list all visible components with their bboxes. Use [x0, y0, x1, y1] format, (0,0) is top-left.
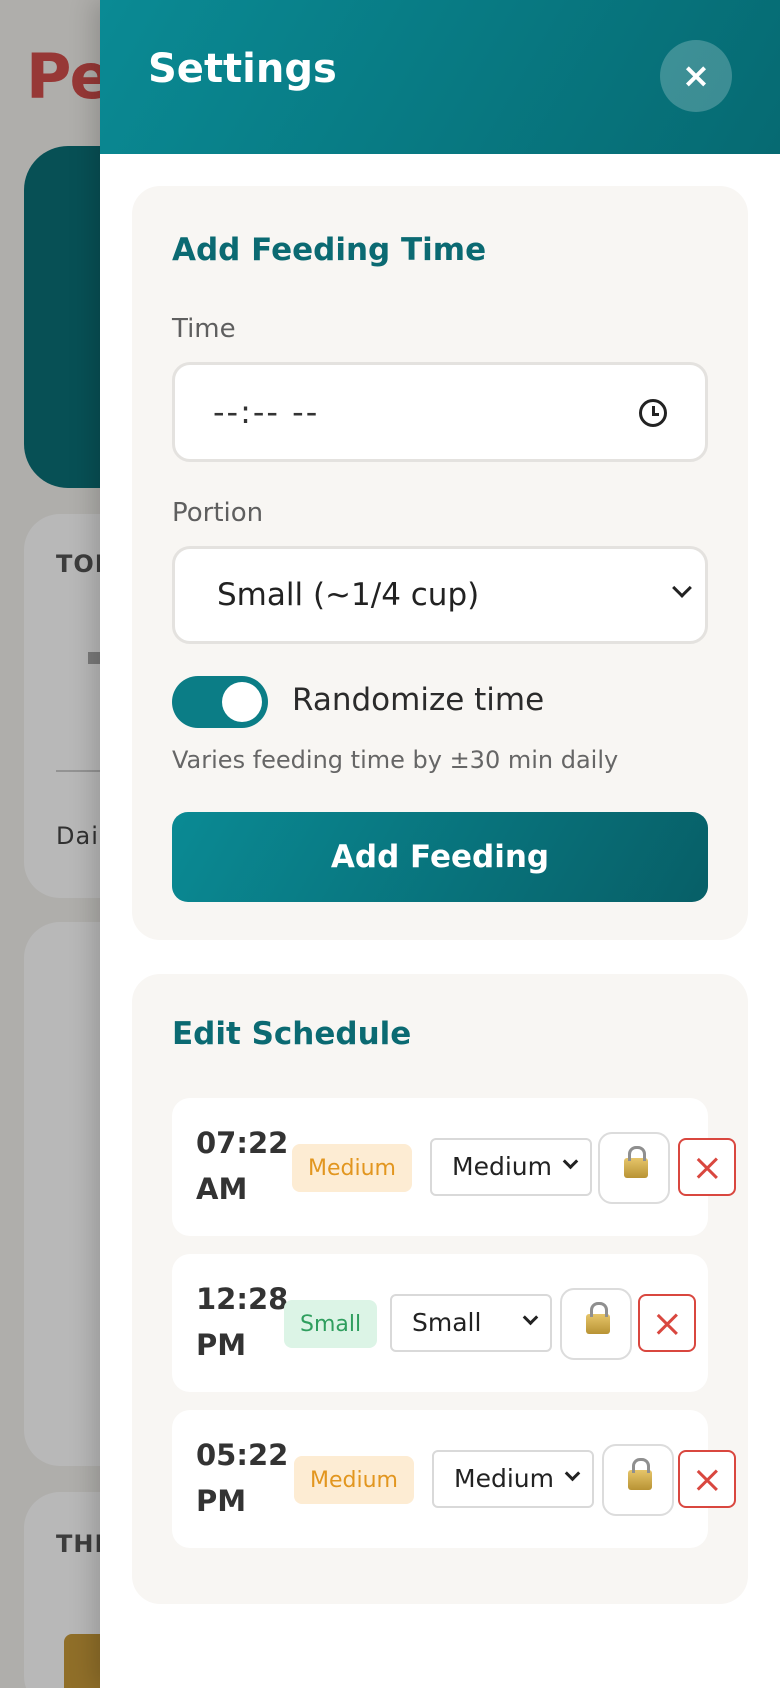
delete-button[interactable] — [678, 1138, 736, 1196]
schedule-time: 05:22 PM — [196, 1432, 288, 1524]
schedule-time-hm: 07:22 — [196, 1126, 289, 1160]
row-portion-select[interactable]: Small — [390, 1294, 552, 1352]
close-icon — [657, 1313, 678, 1335]
row-portion-select-value: Medium — [454, 1464, 554, 1493]
clock-icon[interactable] — [639, 399, 667, 427]
panel-title: Settings — [148, 46, 337, 92]
schedule-time: 12:28 PM — [196, 1276, 288, 1368]
lock-icon — [586, 1302, 610, 1334]
lock-button[interactable] — [598, 1132, 670, 1204]
toggle-knob — [222, 682, 262, 722]
add-feeding-button[interactable]: Add Feeding — [172, 812, 708, 902]
edit-schedule-section: Edit Schedule 07:22 AM Medium Medium 12:… — [132, 974, 748, 1604]
row-portion-select[interactable]: Medium — [432, 1450, 594, 1508]
schedule-time-hm: 12:28 — [196, 1282, 289, 1316]
portion-select[interactable]: Small (~1/4 cup) — [172, 546, 708, 644]
time-input[interactable]: --:-- -- — [172, 362, 708, 462]
add-feeding-section: Add Feeding Time Time --:-- -- Portion S… — [132, 186, 748, 940]
schedule-time: 07:22 AM — [196, 1120, 288, 1212]
close-icon — [697, 1469, 718, 1491]
schedule-time-ampm: PM — [196, 1484, 247, 1518]
delete-button[interactable] — [678, 1450, 736, 1508]
portion-label: Portion — [172, 498, 264, 528]
settings-panel: Settings × Add Feeding Time Time --:-- -… — [100, 0, 780, 1688]
chevron-down-icon — [564, 1465, 581, 1482]
schedule-time-ampm: AM — [196, 1172, 248, 1206]
delete-button[interactable] — [638, 1294, 696, 1352]
close-icon — [697, 1157, 718, 1179]
chevron-down-icon — [562, 1153, 579, 1170]
portion-badge: Medium — [294, 1456, 414, 1504]
lock-icon — [628, 1458, 652, 1490]
row-portion-select-value: Medium — [452, 1152, 552, 1181]
lock-button[interactable] — [602, 1444, 674, 1516]
schedule-time-ampm: PM — [196, 1328, 247, 1362]
chevron-down-icon — [522, 1309, 539, 1326]
portion-badge: Medium — [292, 1144, 412, 1192]
schedule-time-hm: 05:22 — [196, 1438, 289, 1472]
randomize-label: Randomize time — [292, 682, 545, 718]
time-input-value: --:-- -- — [213, 393, 320, 431]
randomize-toggle[interactable] — [172, 676, 268, 728]
row-portion-select-value: Small — [412, 1308, 482, 1337]
lock-icon — [624, 1146, 648, 1178]
schedule-row: 07:22 AM Medium Medium — [172, 1098, 736, 1236]
edit-schedule-title: Edit Schedule — [172, 1016, 412, 1052]
time-label: Time — [172, 314, 236, 344]
portion-select-value: Small (~1/4 cup) — [217, 577, 480, 613]
randomize-hint: Varies feeding time by ±30 min daily — [172, 746, 619, 774]
schedule-row: 12:28 PM Small Small — [172, 1254, 708, 1392]
portion-badge: Small — [284, 1300, 378, 1348]
lock-button[interactable] — [560, 1288, 632, 1360]
close-button[interactable]: × — [660, 40, 732, 112]
schedule-row: 05:22 PM Medium Medium — [172, 1410, 736, 1548]
add-feeding-title: Add Feeding Time — [172, 232, 487, 268]
chevron-down-icon — [672, 578, 692, 598]
panel-header: Settings × — [100, 0, 780, 154]
close-icon: × — [681, 56, 711, 96]
row-portion-select[interactable]: Medium — [430, 1138, 592, 1196]
